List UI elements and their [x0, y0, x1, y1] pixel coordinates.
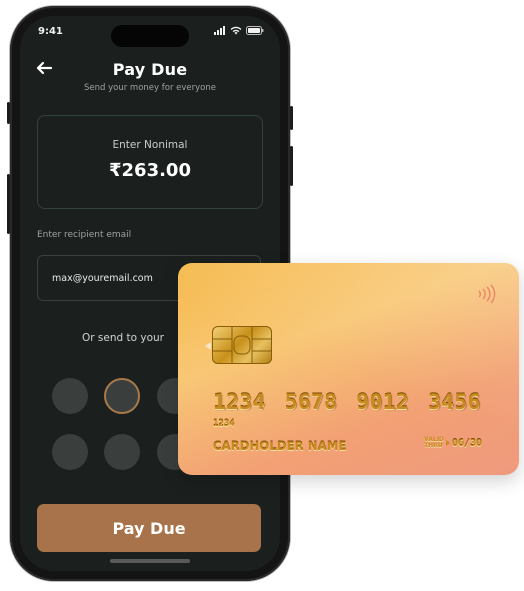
silent-switch	[7, 102, 10, 124]
status-time: 9:41	[38, 26, 63, 37]
power-button	[290, 106, 293, 130]
signal-icon	[214, 26, 225, 35]
contact-avatar-selected[interactable]	[104, 378, 140, 414]
card-short-number: 1234	[213, 419, 235, 429]
side-button-lower	[290, 146, 293, 186]
pay-due-button[interactable]: Pay Due	[37, 504, 261, 552]
volume-up-button	[7, 174, 10, 234]
page-title: Pay Due	[112, 60, 188, 79]
thru-label: THRU	[424, 442, 443, 449]
card-number: 1234 5678 9012 3456	[213, 390, 481, 414]
battery-icon	[246, 26, 264, 35]
valid-arrow	[445, 440, 450, 446]
cardholder-name: CARDHOLDER NAME	[213, 439, 347, 453]
valid-thru: VALID THRU 06/30	[424, 437, 482, 449]
contact-avatar[interactable]	[104, 434, 140, 470]
contact-avatar[interactable]	[52, 378, 88, 414]
page-subtitle: Send your money for everyone	[84, 83, 216, 93]
valid-thru-label: VALID THRU	[424, 437, 444, 449]
amount-input-box[interactable]: Enter Nonimal ₹263.00	[37, 115, 263, 209]
amount-label: Enter Nonimal	[112, 139, 188, 151]
send-to-label: Or send to your	[82, 332, 164, 344]
recipient-email-label: Enter recipient email	[37, 230, 132, 240]
contactless-icon	[478, 284, 496, 304]
status-icons	[214, 26, 264, 35]
expiry-date: 06/30	[451, 437, 483, 449]
wifi-icon	[230, 26, 242, 35]
dynamic-island	[111, 25, 189, 47]
amount-value: ₹263.00	[109, 160, 191, 181]
chip-icon	[212, 326, 272, 364]
credit-card: 1234 5678 9012 3456 1234 CARDHOLDER NAME…	[178, 263, 519, 475]
contact-avatar[interactable]	[52, 434, 88, 470]
home-indicator	[110, 559, 190, 563]
chip-pointer	[205, 342, 211, 350]
